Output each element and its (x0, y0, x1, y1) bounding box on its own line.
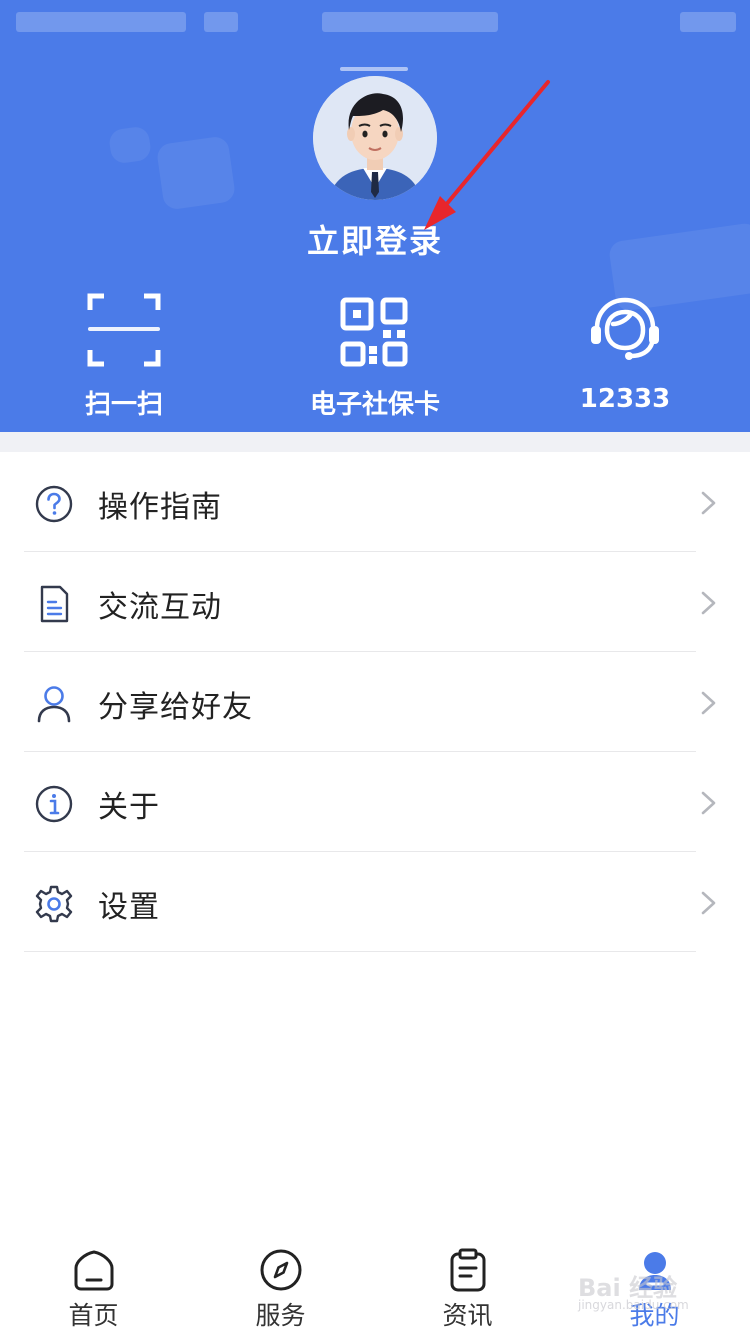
customer-service-icon (591, 297, 659, 360)
hotline-button[interactable]: 12333 (525, 290, 725, 420)
divider (24, 951, 696, 952)
tab-label: 资讯 (442, 1301, 493, 1330)
tab-label: 服务 (255, 1301, 306, 1330)
news-icon (450, 1248, 485, 1292)
chevron-right-icon (701, 891, 716, 915)
chevron-right-icon (701, 491, 716, 515)
menu-item-label: 操作指南 (98, 490, 222, 525)
social-security-card-label: 电子社保卡 (309, 390, 440, 420)
help-circle-icon (35, 485, 73, 523)
qr-code-icon (340, 297, 408, 367)
decor-shape (107, 125, 153, 165)
home-icon (74, 1250, 113, 1291)
gear-icon (35, 885, 73, 923)
chevron-right-icon (701, 791, 716, 815)
chevron-right-icon (701, 691, 716, 715)
social-security-card-button[interactable]: 电子社保卡 (275, 290, 475, 420)
tab-services[interactable]: 服务 (187, 1236, 374, 1334)
menu-item-guide[interactable]: 操作指南 (0, 452, 750, 552)
avatar[interactable] (313, 76, 437, 200)
watermark-url: jingyan.baidu.com (578, 1298, 689, 1312)
tab-home[interactable]: 首页 (0, 1236, 187, 1334)
avatar-illustration (313, 76, 437, 200)
pull-handle (340, 67, 408, 71)
tab-label: 首页 (68, 1301, 119, 1330)
menu-item-share[interactable]: 分享给好友 (0, 652, 750, 752)
login-link[interactable]: 立即登录 (0, 216, 750, 262)
scan-icon (87, 293, 161, 367)
menu-item-settings[interactable]: 设置 (0, 852, 750, 952)
menu-item-label: 关于 (98, 790, 160, 825)
menu-item-about[interactable]: 关于 (0, 752, 750, 852)
scan-label: 扫一扫 (84, 390, 163, 420)
hotline-label: 12333 (579, 384, 671, 414)
scan-button[interactable]: 扫一扫 (24, 290, 224, 420)
section-divider (0, 432, 750, 452)
info-icon (35, 785, 73, 823)
compass-icon (260, 1249, 301, 1291)
menu-item-label: 交流互动 (98, 590, 222, 625)
bottom-tab-bar: 首页 服务 资讯 我的 Bai 经验 jingyan.baidu.com (0, 1236, 750, 1334)
settings-menu: 操作指南 交流互动 分享给好友 关于 设置 (0, 452, 750, 952)
document-icon (40, 585, 69, 623)
chevron-right-icon (701, 591, 716, 615)
status-bar (0, 0, 750, 36)
decor-shape (155, 135, 237, 211)
tab-news[interactable]: 资讯 (374, 1236, 561, 1334)
profile-header: 立即登录 扫一扫 电子社保卡 12333 (0, 0, 750, 432)
menu-item-community[interactable]: 交流互动 (0, 552, 750, 652)
user-icon (37, 686, 71, 723)
menu-item-label: 设置 (98, 890, 160, 925)
menu-item-label: 分享给好友 (98, 690, 253, 725)
